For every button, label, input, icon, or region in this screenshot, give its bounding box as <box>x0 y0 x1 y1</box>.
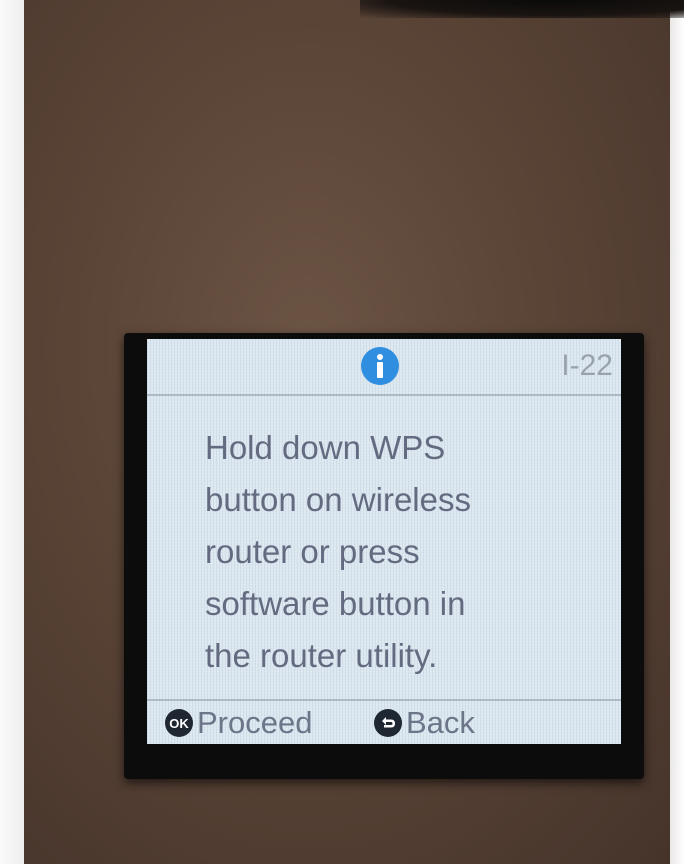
message-line: Hold down WPS <box>205 429 446 466</box>
header-divider <box>147 394 621 396</box>
screen-header: I-22 <box>147 339 621 391</box>
lcd-screen: I-22 Hold down WPS button on wireless ro… <box>147 339 621 744</box>
ok-key-text: OK <box>169 716 189 731</box>
message-line: the router utility. <box>205 637 438 674</box>
message-line: software button in <box>205 585 466 622</box>
back-label: Back <box>406 705 475 740</box>
message-line: router or press <box>205 533 420 570</box>
instruction-message: Hold down WPS button on wireless router … <box>205 422 615 682</box>
device-casing-edge-left <box>0 0 24 864</box>
top-shadow <box>360 0 684 18</box>
info-icon <box>361 347 399 385</box>
device-photo-background: I-22 Hold down WPS button on wireless ro… <box>0 0 684 864</box>
message-line: button on wireless <box>205 481 471 518</box>
back-button[interactable]: Back <box>373 704 475 742</box>
proceed-button[interactable]: OK Proceed <box>164 704 312 742</box>
device-casing-edge-right <box>670 0 684 864</box>
ok-button-icon: OK <box>165 709 193 737</box>
screen-code: I-22 <box>561 349 613 382</box>
back-arrow-icon <box>374 709 402 737</box>
soft-key-bar: OK Proceed Back <box>147 701 621 744</box>
proceed-label: Proceed <box>197 705 313 740</box>
